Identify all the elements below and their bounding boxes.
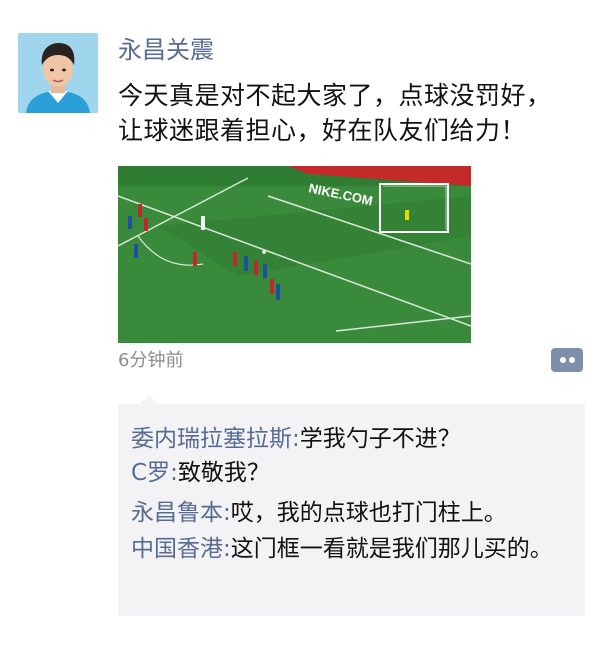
comments-panel: 委内瑞拉塞拉斯:学我勺子不进？ C罗:致敬我？ 永昌鲁本:哎，我的点球也打门柱上…: [118, 395, 585, 616]
comment-text: 学我勺子不进？: [299, 426, 461, 452]
comment-separator: :: [170, 460, 178, 486]
comment-item[interactable]: C罗:致敬我？: [131, 456, 571, 490]
comment-dots-icon: [560, 357, 566, 363]
comment-author[interactable]: C罗: [131, 460, 170, 486]
user-avatar[interactable]: [18, 33, 98, 113]
post-timestamp: 6分钟前: [118, 350, 184, 371]
post-text: 今天真是对不起大家了，点球没罚好，让球迷跟着担心，好在队友们给力！: [118, 81, 552, 145]
comment-item[interactable]: 中国香港:这门框一看就是我们那儿买的。: [131, 532, 571, 566]
comment-separator: :: [292, 426, 300, 452]
post-author-name[interactable]: 永昌关震: [118, 34, 214, 66]
comment-text: 致敬我？: [177, 460, 270, 486]
moments-post: 永昌关震 今天真是对不起大家了，点球没罚好，让球迷跟着担心，好在队友们给力！ N…: [0, 0, 600, 658]
comment-author[interactable]: 永昌鲁本: [131, 500, 223, 526]
comment-text: 这门框一看就是我们那儿买的。: [230, 536, 553, 562]
comment-text: 哎，我的点球也打门柱上。: [230, 500, 507, 526]
comment-item[interactable]: 委内瑞拉塞拉斯:学我勺子不进？: [131, 422, 571, 456]
comment-item[interactable]: 永昌鲁本:哎，我的点球也打门柱上。: [131, 496, 571, 530]
comment-separator: :: [223, 536, 231, 562]
post-photo[interactable]: NIKE.COM: [118, 166, 471, 343]
comment-author[interactable]: 中国香港: [131, 536, 223, 562]
football-penalty-photo: NIKE.COM: [118, 166, 471, 343]
comment-button[interactable]: [551, 348, 583, 372]
comment-separator: :: [223, 500, 231, 526]
avatar-portrait-image: [18, 33, 98, 113]
comment-author[interactable]: 委内瑞拉塞拉斯: [131, 426, 292, 452]
